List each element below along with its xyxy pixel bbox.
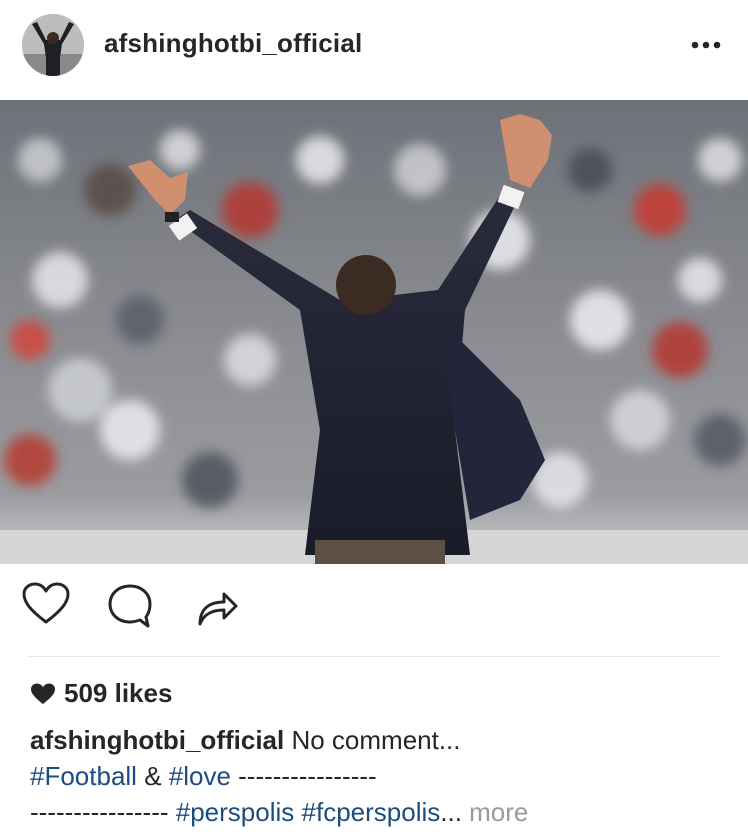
caption-dashes-2: ---------------- — [30, 797, 176, 827]
heart-filled-icon — [30, 682, 56, 706]
caption-ellipsis: ... — [440, 797, 462, 827]
likes-count[interactable]: 509 likes — [30, 678, 172, 709]
comment-bubble-icon — [108, 584, 152, 628]
post-actions — [0, 580, 748, 646]
caption-space — [294, 797, 301, 827]
avatar-image — [22, 14, 84, 76]
post-image — [0, 100, 748, 564]
post-header: afshinghotbi_official — [0, 0, 748, 96]
hashtag-love[interactable]: #love — [169, 761, 231, 791]
comment-button[interactable] — [104, 580, 164, 640]
hashtag-football[interactable]: #Football — [30, 761, 137, 791]
hashtag-perspolis[interactable]: #perspolis — [176, 797, 295, 827]
caption-amp: & — [136, 761, 169, 791]
avatar[interactable] — [22, 14, 84, 76]
share-button[interactable] — [192, 580, 252, 640]
post-username[interactable]: afshinghotbi_official — [104, 28, 362, 59]
caption-username[interactable]: afshinghotbi_official — [30, 725, 284, 755]
like-button[interactable] — [20, 580, 80, 640]
more-link[interactable]: more — [462, 797, 528, 827]
more-horizontal-icon — [691, 41, 721, 49]
post-caption: afshinghotbi_official No comment... #Foo… — [30, 722, 730, 830]
caption-dashes-1: ---------------- — [230, 761, 377, 791]
more-options-button[interactable] — [686, 30, 726, 60]
post-photo[interactable] — [0, 100, 748, 564]
heart-outline-icon — [22, 582, 70, 624]
likes-text: 509 likes — [64, 678, 173, 708]
hashtag-fcperspolis[interactable]: #fcperspolis — [302, 797, 441, 827]
divider — [28, 656, 720, 657]
caption-text: No comment... — [284, 725, 461, 755]
share-arrow-icon — [198, 592, 238, 626]
